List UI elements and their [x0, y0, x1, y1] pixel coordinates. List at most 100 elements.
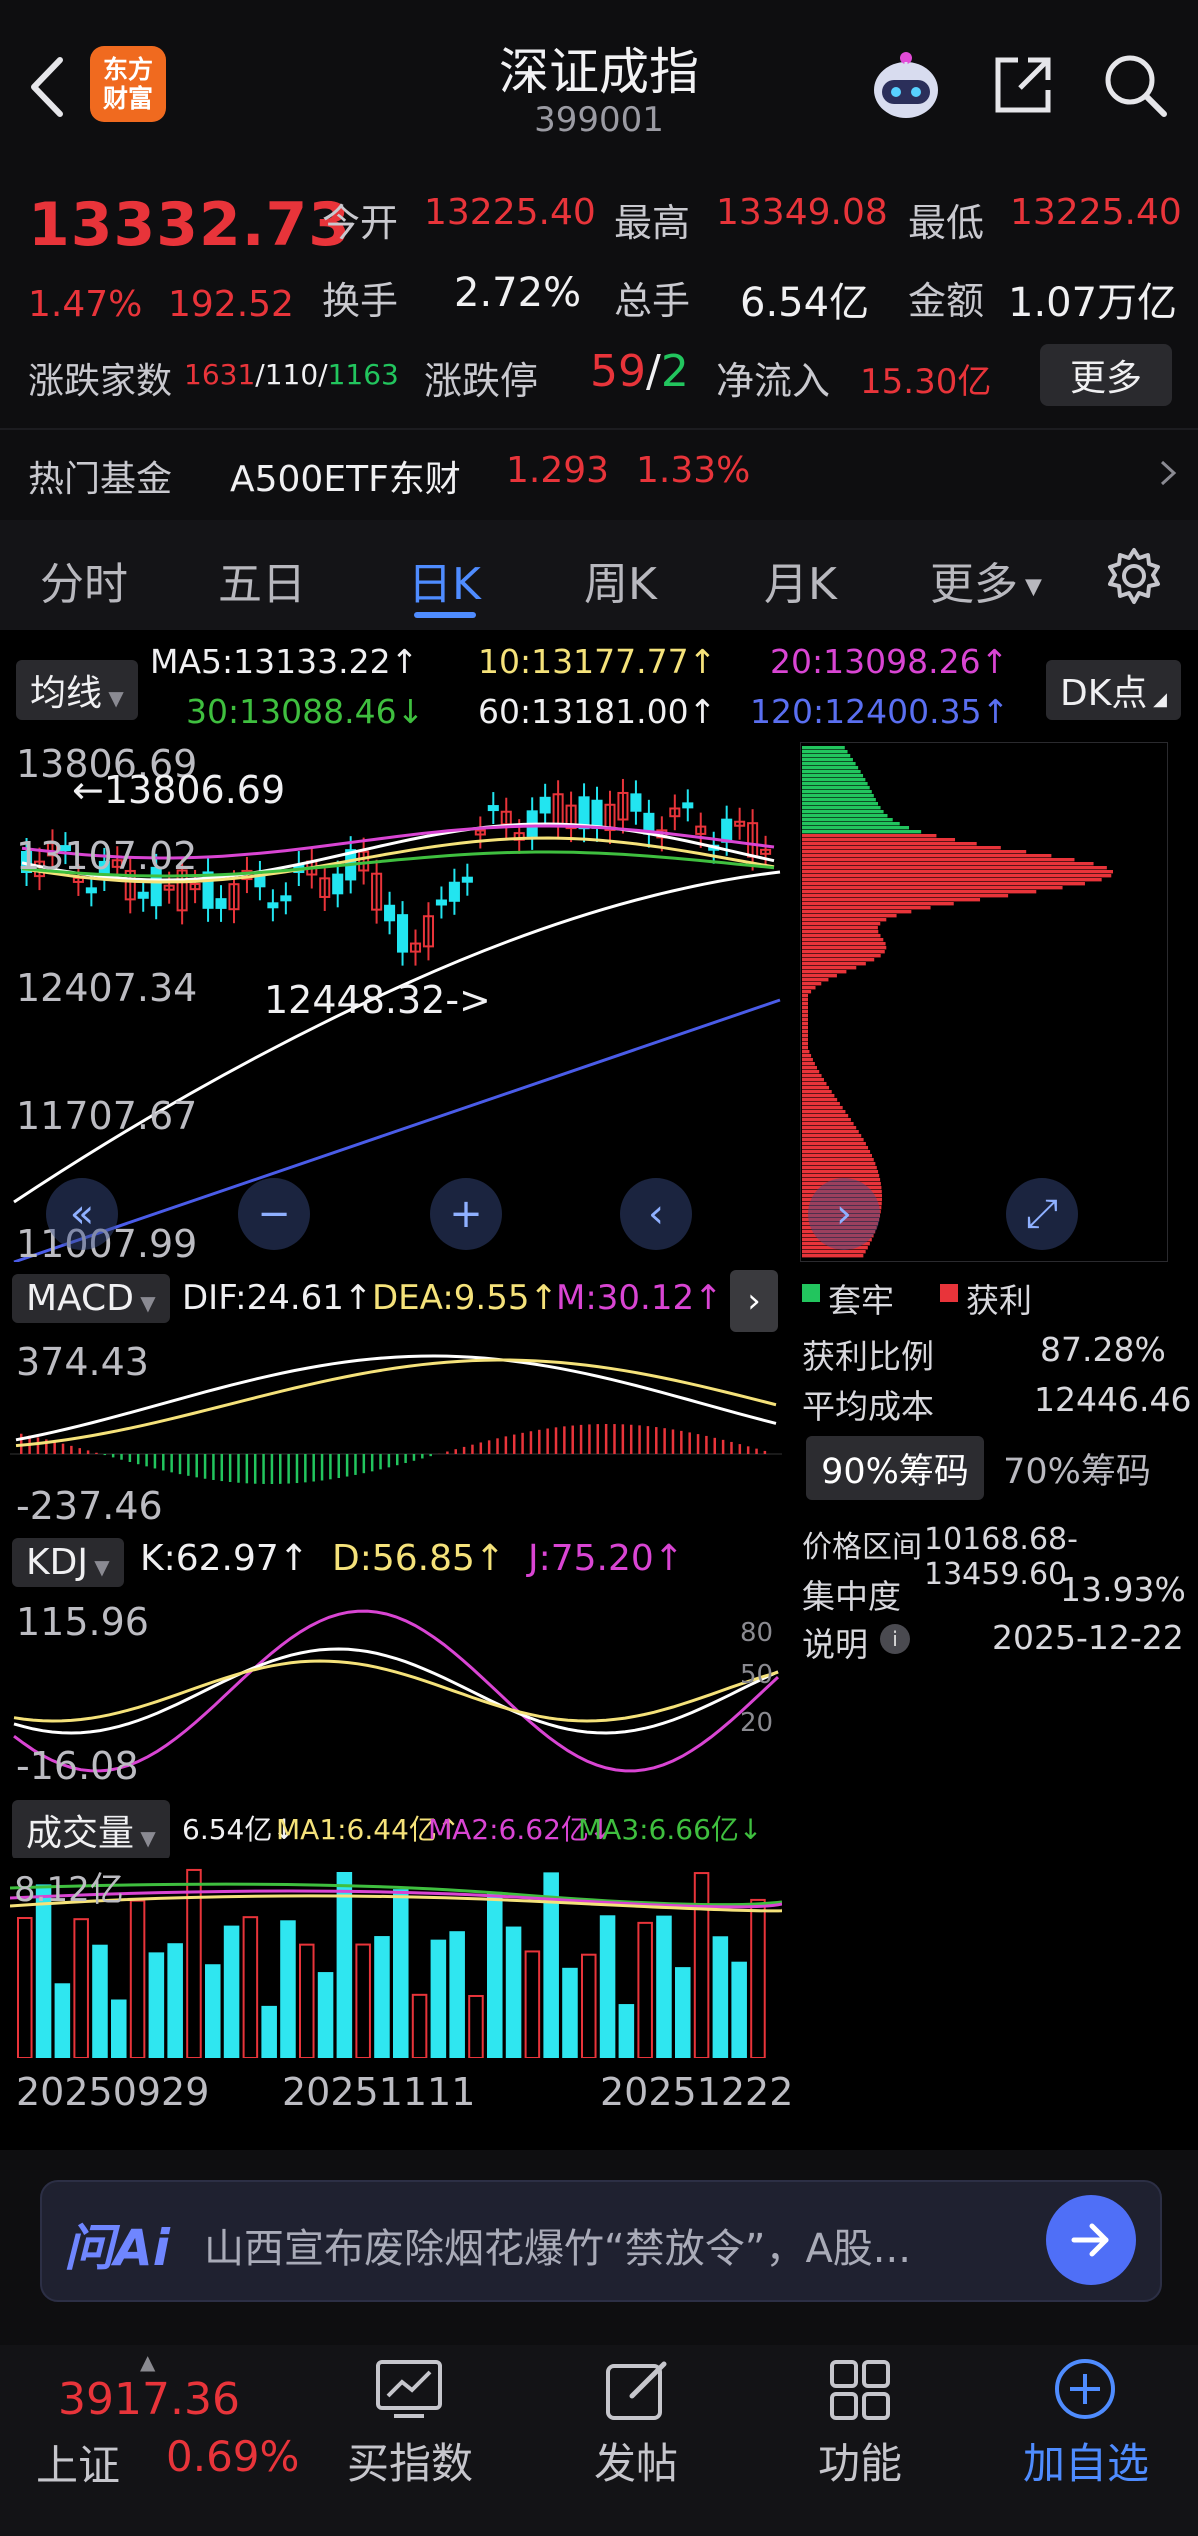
chip-bar	[802, 1078, 824, 1082]
tab-daily-k[interactable]: 日K	[408, 548, 481, 612]
chevron-right-icon	[1158, 458, 1178, 492]
scroll-left-fast-icon[interactable]: «	[46, 1178, 118, 1250]
macd-selector[interactable]: MACD ▼	[12, 1274, 170, 1323]
chip-bar	[802, 954, 881, 958]
macd-histogram-bar	[103, 1454, 107, 1456]
macd-histogram-bar	[496, 1438, 499, 1454]
macd-histogram-bar	[462, 1446, 466, 1454]
chip-bar	[802, 986, 816, 990]
chip-bar	[802, 818, 893, 822]
macd-histogram-bar	[78, 1448, 81, 1454]
chip-bar	[802, 1002, 808, 1006]
volume-bar	[317, 1972, 334, 2058]
kline-candle	[384, 904, 396, 922]
tab-intraday[interactable]: 分时	[40, 548, 128, 612]
scroll-left-icon[interactable]: ‹	[620, 1178, 692, 1250]
chip-bar	[802, 906, 931, 910]
settings-gear-icon[interactable]	[1104, 546, 1164, 606]
macd-histogram-bar	[245, 1454, 249, 1484]
volume-value: 6.54亿	[740, 280, 870, 326]
macd-histogram-bar	[621, 1424, 625, 1454]
tab-weekly-k[interactable]: 周K	[584, 548, 657, 612]
info-icon[interactable]: i	[880, 1624, 910, 1654]
chip-bar	[802, 1062, 815, 1066]
nav-functions[interactable]: 功能	[760, 2430, 960, 2491]
macd-histogram-bar	[680, 1430, 683, 1454]
chip-bar	[802, 1006, 808, 1010]
high-value: 13349.08	[716, 192, 888, 233]
chip-bar	[802, 950, 885, 954]
chip-bar	[802, 802, 879, 806]
edit-post-icon[interactable]	[604, 2356, 670, 2426]
chevron-right-icon[interactable]: ›	[730, 1270, 778, 1332]
ma-selector[interactable]: 均线 ▼	[16, 660, 138, 720]
volume-bar	[487, 1891, 503, 2058]
chip-bar	[802, 1170, 879, 1174]
volume-bar	[712, 1936, 729, 2058]
macd-histogram-bar	[362, 1454, 366, 1474]
macd-histogram-bar	[521, 1432, 524, 1454]
volume-selector[interactable]: 成交量 ▼	[12, 1800, 170, 1860]
robot-assistant-icon[interactable]	[866, 46, 946, 126]
trend-chart-icon[interactable]	[374, 2358, 444, 2424]
chip-bar	[802, 1138, 864, 1142]
chip-bar	[802, 754, 851, 758]
fullscreen-icon[interactable]: ⤢	[1006, 1178, 1078, 1250]
tab-more[interactable]: 更多 ▼	[930, 548, 1042, 612]
chip-bar	[802, 982, 822, 986]
chip-90-tab[interactable]: 90%筹码	[806, 1436, 984, 1500]
chip-bar	[802, 922, 881, 926]
date-label-mid: 20251111	[282, 2070, 476, 2114]
chip-bar	[802, 814, 888, 818]
arrow-right-icon[interactable]	[1046, 2195, 1136, 2285]
share-icon[interactable]	[990, 52, 1056, 118]
macd-histogram-bar	[396, 1454, 399, 1466]
active-tab-indicator	[414, 612, 476, 618]
macd-histogram-bar	[312, 1454, 315, 1482]
macd-histogram-bar	[713, 1437, 717, 1454]
kdj-d: D:56.85↑	[332, 1538, 506, 1579]
low-label: 最低	[908, 201, 985, 245]
macd-histogram-bar	[212, 1454, 215, 1480]
apps-grid-icon[interactable]	[828, 2358, 892, 2426]
chip-bar	[802, 1118, 851, 1122]
volume-bar	[111, 1999, 127, 2058]
chip-bar	[802, 934, 881, 938]
volume-bar	[336, 1871, 353, 2058]
kline-candle	[539, 796, 551, 814]
more-button[interactable]: 更多	[1040, 344, 1172, 406]
macd-histogram-bar	[262, 1454, 265, 1484]
kdj-selector[interactable]: KDJ ▼	[12, 1538, 124, 1587]
price-range-label: 价格区间	[802, 1530, 922, 1565]
chip-70-tab[interactable]: 70%筹码	[988, 1436, 1166, 1500]
hot-fund-label: 热门基金	[28, 459, 173, 500]
nav-buy-index[interactable]: 买指数	[310, 2430, 510, 2491]
hot-fund-row[interactable]: 热门基金 A500ETF东财 1.293 1.33%	[0, 432, 1198, 512]
turnover-value: 2.72%	[454, 270, 582, 316]
add-watchlist-icon[interactable]	[1052, 2356, 1118, 2426]
nav-post[interactable]: 发帖	[536, 2430, 736, 2491]
chip-bar	[802, 1126, 857, 1130]
macd-histogram-bar	[705, 1435, 708, 1454]
tab-five-day[interactable]: 五日	[218, 548, 306, 612]
macd-histogram-bar	[638, 1425, 641, 1454]
nav-add-watchlist[interactable]: 加自选	[986, 2430, 1186, 2491]
volume-chart[interactable]	[10, 1858, 782, 2058]
search-icon[interactable]	[1100, 50, 1170, 120]
chip-bar	[802, 794, 874, 798]
dk-point-selector[interactable]: DK点 ◢	[1046, 660, 1181, 720]
chip-bar	[802, 1090, 832, 1094]
macd-histogram-bar	[228, 1454, 232, 1482]
zoom-out-icon[interactable]: −	[238, 1178, 310, 1250]
chip-expand-right-icon[interactable]: ›	[808, 1178, 880, 1250]
chip-bar	[802, 1146, 869, 1150]
sh-index-price[interactable]: 3917.36	[58, 2374, 240, 2425]
tab-monthly-k[interactable]: 月K	[764, 548, 837, 612]
macd-histogram-bar	[329, 1454, 332, 1480]
chip-bar	[802, 1254, 864, 1258]
concentration-label: 集中度	[802, 1577, 901, 1616]
avg-cost-value: 12446.46	[1034, 1380, 1192, 1419]
zoom-in-icon[interactable]: +	[430, 1178, 502, 1250]
kline-candle	[721, 818, 733, 843]
chip-bar	[802, 778, 866, 782]
